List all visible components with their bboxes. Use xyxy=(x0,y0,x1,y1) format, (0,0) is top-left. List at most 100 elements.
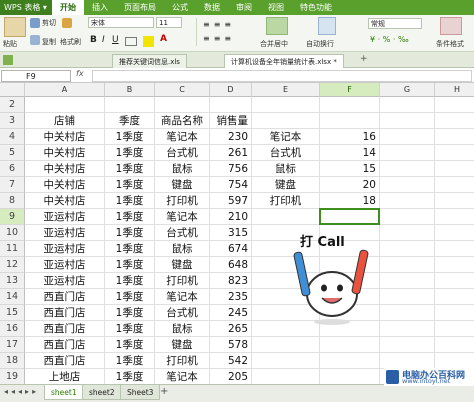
row-header-8[interactable]: 8 xyxy=(0,193,25,209)
cut-icon[interactable] xyxy=(30,18,40,28)
cell-f3[interactable] xyxy=(320,113,380,129)
cell-a4[interactable]: 中关村店 xyxy=(25,129,105,145)
cell-g17[interactable] xyxy=(380,337,435,353)
cell-g9[interactable] xyxy=(380,209,435,225)
row-header-9[interactable]: 9 xyxy=(0,209,25,225)
cell-h14[interactable] xyxy=(435,289,474,305)
cell-c5[interactable]: 台式机 xyxy=(155,145,210,161)
cell-h7[interactable] xyxy=(435,177,474,193)
cell-f5[interactable]: 14 xyxy=(320,145,380,161)
fill-color-icon[interactable] xyxy=(143,36,154,47)
cell-h16[interactable] xyxy=(435,321,474,337)
cell-e8[interactable]: 打印机 xyxy=(252,193,320,209)
cell-c13[interactable]: 打印机 xyxy=(155,273,210,289)
row-header-6[interactable]: 6 xyxy=(0,161,25,177)
column-header-c[interactable]: C xyxy=(155,83,210,97)
tab-view[interactable]: 视图 xyxy=(260,0,292,15)
copy-button[interactable]: 复制 xyxy=(42,37,56,47)
auto-wrap-button[interactable]: 自动换行 xyxy=(306,39,334,49)
cell-c19[interactable]: 笔记本 xyxy=(155,369,210,384)
cell-h17[interactable] xyxy=(435,337,474,353)
row-header-3[interactable]: 3 xyxy=(0,113,25,129)
cell-b14[interactable]: 1季度 xyxy=(105,289,155,305)
cell-a5[interactable]: 中关村店 xyxy=(25,145,105,161)
cell-c3[interactable]: 商品名称 xyxy=(155,113,210,129)
cell-d17[interactable]: 578 xyxy=(210,337,252,353)
cell-e4[interactable]: 笔记本 xyxy=(252,129,320,145)
cell-d10[interactable]: 315 xyxy=(210,225,252,241)
cell-a15[interactable]: 西直门店 xyxy=(25,305,105,321)
cell-h11[interactable] xyxy=(435,241,474,257)
cell-h10[interactable] xyxy=(435,225,474,241)
cell-c4[interactable]: 笔记本 xyxy=(155,129,210,145)
cell-a17[interactable]: 西直门店 xyxy=(25,337,105,353)
tab-insert[interactable]: 插入 xyxy=(84,0,116,15)
app-menu-button[interactable]: WPS 表格 ▾ xyxy=(0,0,52,15)
format-painter-button[interactable]: 格式刷 xyxy=(60,37,81,47)
cell-b6[interactable]: 1季度 xyxy=(105,161,155,177)
column-header-g[interactable]: G xyxy=(380,83,435,97)
cell-a8[interactable]: 中关村店 xyxy=(25,193,105,209)
cell-b10[interactable]: 1季度 xyxy=(105,225,155,241)
cell-a11[interactable]: 亚运村店 xyxy=(25,241,105,257)
cell-b4[interactable]: 1季度 xyxy=(105,129,155,145)
paste-icon[interactable] xyxy=(4,17,26,37)
cell-g13[interactable] xyxy=(380,273,435,289)
cell-c8[interactable]: 打印机 xyxy=(155,193,210,209)
sheet-nav-arrows-icon[interactable]: ◂◂◂▸▸ xyxy=(4,387,39,396)
row-header-5[interactable]: 5 xyxy=(0,145,25,161)
new-tab-icon[interactable]: + xyxy=(360,54,368,64)
cell-h6[interactable] xyxy=(435,161,474,177)
row-header-4[interactable]: 4 xyxy=(0,129,25,145)
row-header-16[interactable]: 16 xyxy=(0,321,25,337)
cell-c15[interactable]: 台式机 xyxy=(155,305,210,321)
row-header-7[interactable]: 7 xyxy=(0,177,25,193)
cell-f2[interactable] xyxy=(320,97,380,113)
row-header-2[interactable]: 2 xyxy=(0,97,25,113)
cell-f19[interactable] xyxy=(320,369,380,384)
tab-formula[interactable]: 公式 xyxy=(164,0,196,15)
select-all-corner[interactable] xyxy=(0,83,25,97)
cell-b13[interactable]: 1季度 xyxy=(105,273,155,289)
row-header-18[interactable]: 18 xyxy=(0,353,25,369)
font-color-icon[interactable]: A xyxy=(160,34,167,44)
cell-g3[interactable] xyxy=(380,113,435,129)
underline-icon[interactable]: U xyxy=(112,35,119,45)
conditional-format-button[interactable]: 条件格式 xyxy=(436,39,464,49)
cell-f17[interactable] xyxy=(320,337,380,353)
home-icon[interactable] xyxy=(3,55,13,65)
cell-g14[interactable] xyxy=(380,289,435,305)
cell-b12[interactable]: 1季度 xyxy=(105,257,155,273)
cell-a12[interactable]: 亚运村店 xyxy=(25,257,105,273)
column-header-b[interactable]: B xyxy=(105,83,155,97)
cell-c9[interactable]: 笔记本 xyxy=(155,209,210,225)
cell-d11[interactable]: 674 xyxy=(210,241,252,257)
row-header-17[interactable]: 17 xyxy=(0,337,25,353)
cell-g18[interactable] xyxy=(380,353,435,369)
cell-c2[interactable] xyxy=(155,97,210,113)
merge-center-icon[interactable] xyxy=(266,17,288,35)
row-header-11[interactable]: 11 xyxy=(0,241,25,257)
cell-a18[interactable]: 西直门店 xyxy=(25,353,105,369)
tab-home[interactable]: 开始 xyxy=(52,0,84,15)
cell-a3[interactable]: 店铺 xyxy=(25,113,105,129)
row-header-13[interactable]: 13 xyxy=(0,273,25,289)
wrap-text-icon[interactable] xyxy=(318,17,336,35)
cell-b16[interactable]: 1季度 xyxy=(105,321,155,337)
name-box[interactable]: F9 xyxy=(1,70,71,82)
cell-d16[interactable]: 265 xyxy=(210,321,252,337)
cell-a6[interactable]: 中关村店 xyxy=(25,161,105,177)
cell-h9[interactable] xyxy=(435,209,474,225)
column-header-f[interactable]: F xyxy=(320,83,380,97)
doc-tab-keywords[interactable]: 推荐关键词信息.xls xyxy=(112,54,187,68)
cell-a10[interactable]: 亚运村店 xyxy=(25,225,105,241)
cell-c7[interactable]: 键盘 xyxy=(155,177,210,193)
cell-h4[interactable] xyxy=(435,129,474,145)
add-sheet-button[interactable]: + xyxy=(160,386,168,397)
cell-e5[interactable]: 台式机 xyxy=(252,145,320,161)
cell-a16[interactable]: 西直门店 xyxy=(25,321,105,337)
cell-d5[interactable]: 261 xyxy=(210,145,252,161)
cell-h5[interactable] xyxy=(435,145,474,161)
cell-b7[interactable]: 1季度 xyxy=(105,177,155,193)
sheet-tab-1[interactable]: sheet1 xyxy=(44,385,84,400)
